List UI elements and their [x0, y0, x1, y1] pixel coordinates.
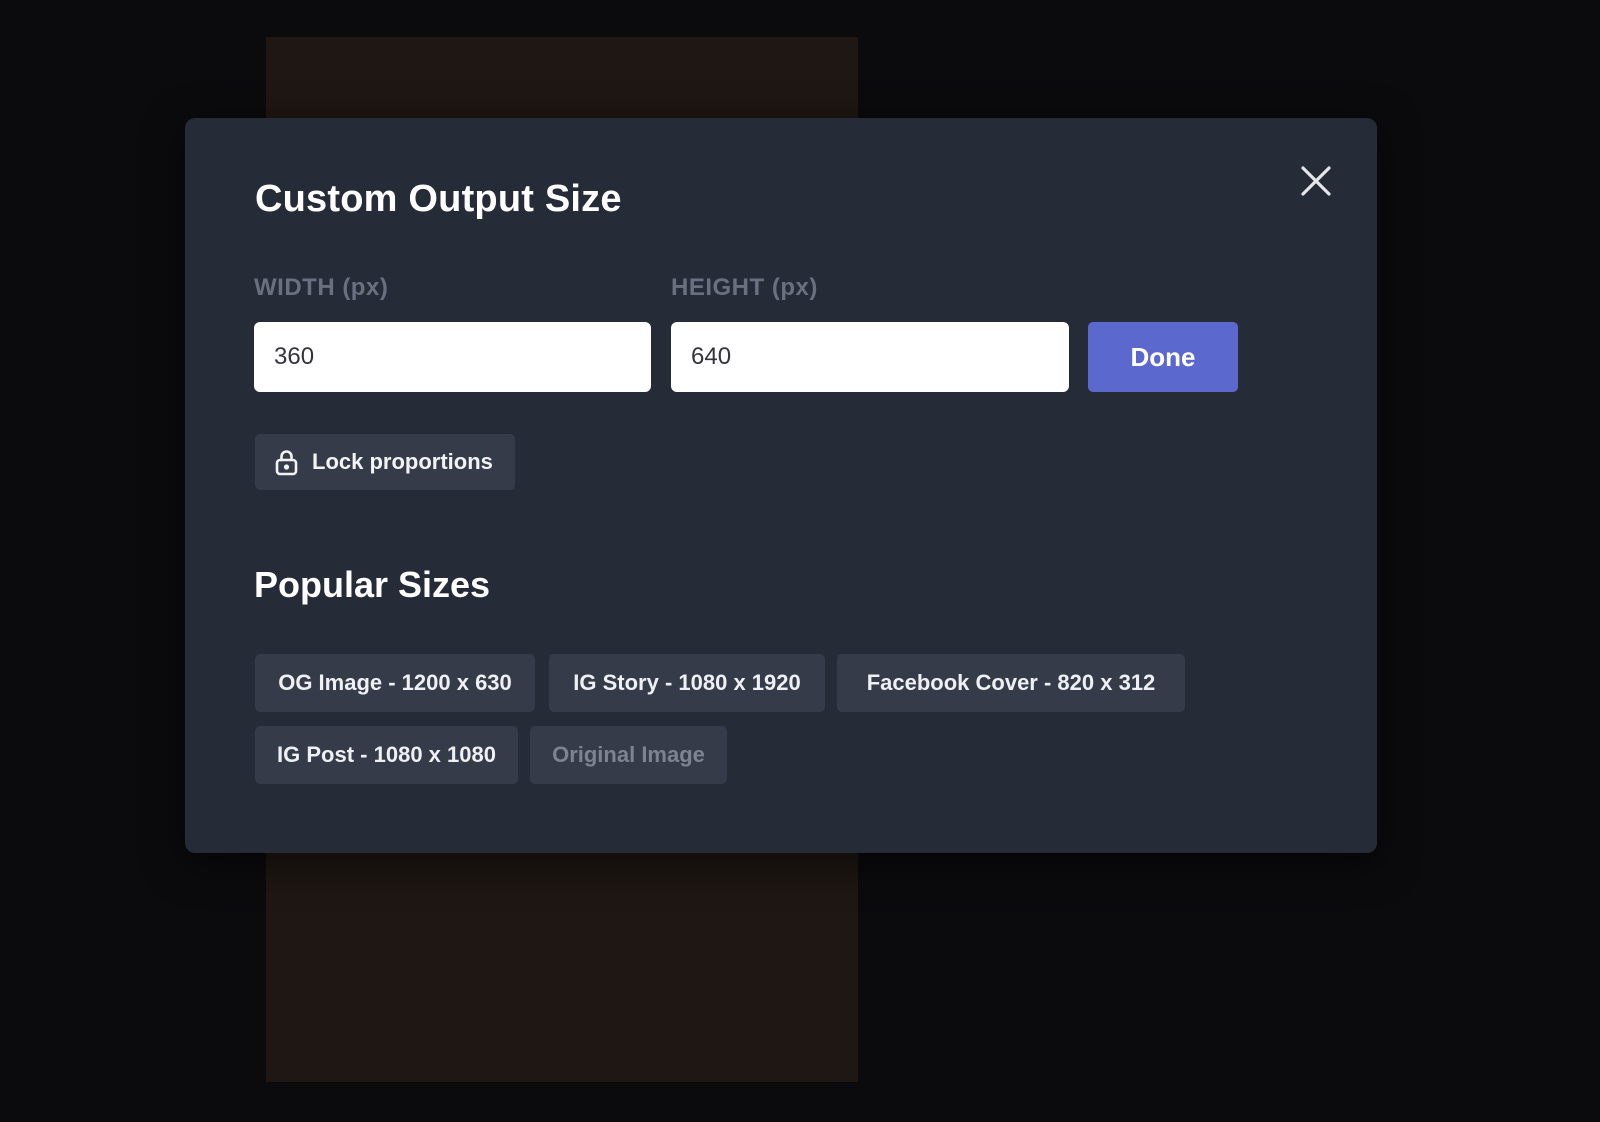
size-chip-facebook-cover[interactable]: Facebook Cover - 820 x 312 — [837, 654, 1185, 712]
done-button[interactable]: Done — [1088, 322, 1238, 392]
size-chip-og-image[interactable]: OG Image - 1200 x 630 — [255, 654, 535, 712]
height-label: HEIGHT (px) — [671, 274, 818, 301]
size-chip-original-image: Original Image — [530, 726, 727, 784]
popular-sizes-heading: Popular Sizes — [254, 564, 491, 605]
lock-proportions-button[interactable]: Lock proportions — [255, 434, 515, 490]
lock-proportions-label: Lock proportions — [312, 449, 493, 474]
height-input[interactable] — [671, 322, 1069, 392]
custom-output-size-dialog: Custom Output Size WIDTH (px) HEIGHT (px… — [185, 118, 1377, 853]
close-icon[interactable] — [1297, 162, 1335, 200]
width-input[interactable] — [254, 322, 651, 392]
backdrop: Custom Output Size WIDTH (px) HEIGHT (px… — [0, 0, 1600, 1122]
dialog-title: Custom Output Size — [255, 178, 622, 220]
size-chip-ig-story[interactable]: IG Story - 1080 x 1920 — [549, 654, 825, 712]
width-label: WIDTH (px) — [254, 274, 389, 301]
size-chip-ig-post[interactable]: IG Post - 1080 x 1080 — [255, 726, 518, 784]
unlocked-padlock-icon — [275, 448, 298, 476]
